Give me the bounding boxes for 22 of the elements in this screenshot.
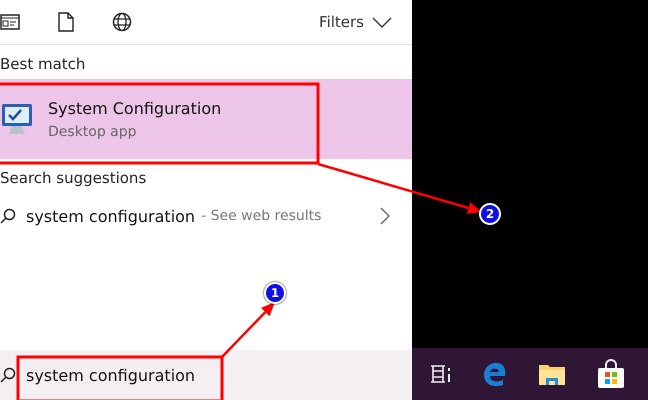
section-heading: Best match xyxy=(0,54,86,75)
task-view-icon[interactable] xyxy=(430,364,452,384)
shopping-bag-icon[interactable] xyxy=(596,359,626,389)
browser-window-icon[interactable] xyxy=(0,14,20,30)
section-heading: Search suggestions xyxy=(0,168,148,189)
chevron-right-icon[interactable] xyxy=(380,207,390,225)
document-icon[interactable] xyxy=(58,12,74,32)
result-item[interactable]: System Configuration Desktop app xyxy=(0,79,412,159)
chevron-down-icon xyxy=(372,16,392,28)
search-field[interactable]: system configuration xyxy=(26,366,216,384)
browser-e-icon[interactable] xyxy=(482,361,508,387)
suggestion-hint: - See web results xyxy=(201,208,322,224)
globe-icon[interactable] xyxy=(112,12,132,32)
result-subtitle: Desktop app xyxy=(48,124,138,140)
step-number-badge: 2 xyxy=(479,203,501,225)
suggestion-query[interactable]: system configuration xyxy=(26,206,196,226)
search-icon xyxy=(0,208,16,224)
pointer-arrow xyxy=(221,302,275,358)
search-icon xyxy=(0,367,16,383)
result-title: System Configuration xyxy=(48,98,222,118)
filters-button[interactable]: Filters xyxy=(319,13,392,31)
folder-icon[interactable] xyxy=(538,362,566,386)
